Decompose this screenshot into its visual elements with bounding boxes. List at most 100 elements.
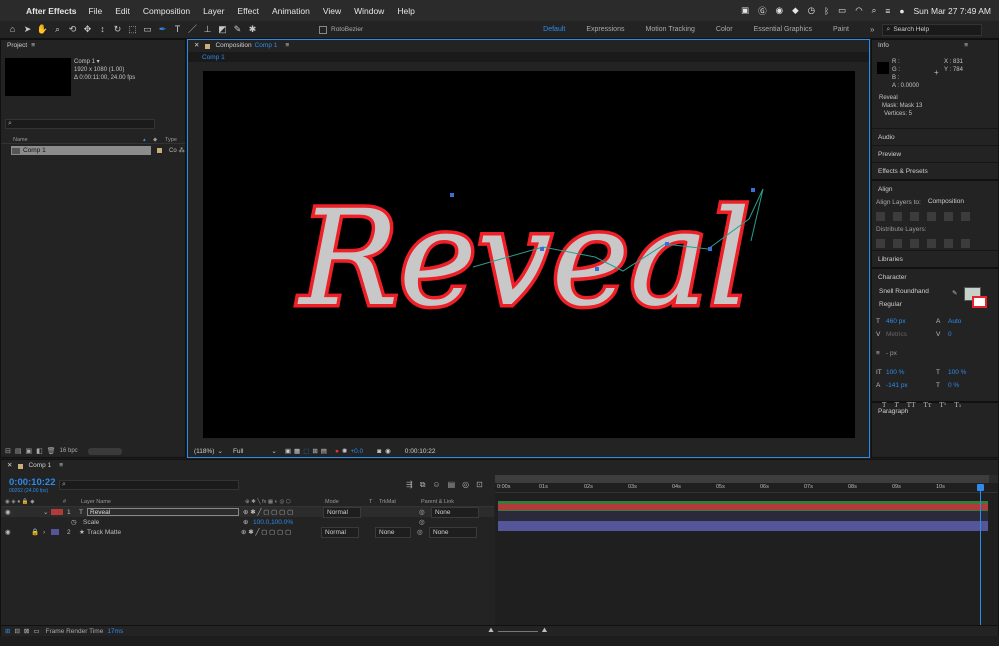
distribute-top-icon[interactable] [876, 239, 885, 248]
stopwatch-icon[interactable]: ◷ [71, 518, 83, 526]
workspace-essential-graphics[interactable]: Essential Graphics [754, 26, 812, 33]
new-comp-icon[interactable]: ▣ [26, 447, 33, 455]
chevron-down-icon[interactable]: ⌄ [271, 447, 276, 455]
menu-view[interactable]: View [323, 6, 341, 16]
rectangle-tool-icon[interactable]: ▭ [141, 23, 154, 36]
app-menu[interactable]: After Effects [26, 6, 77, 16]
wifi-icon[interactable]: ◠ [855, 5, 862, 16]
toggle-stretch-icon[interactable]: ▭ [33, 627, 39, 635]
guides-icon[interactable]: ⊞ [312, 447, 317, 455]
color-settings-icon[interactable]: ◧ [36, 447, 43, 455]
layer-row-2[interactable]: ◉ 🔒 › 2 ★ Track Matte ⊕ ✱ ╱ ▢ ▢ ▢ ▢ Norm… [1, 526, 494, 538]
mask-vertex[interactable] [450, 193, 454, 197]
label-col-icon[interactable]: ◆ [153, 137, 165, 143]
toggle-layer-switches-icon[interactable]: ⊞ [5, 627, 10, 635]
project-title[interactable]: Project [7, 40, 27, 52]
kerning-value[interactable]: Metrics [886, 331, 936, 338]
interpret-footage-icon[interactable]: ⊟ [5, 447, 11, 455]
grammarly-icon[interactable]: Ⓖ [758, 5, 767, 17]
mask-vertex[interactable] [751, 188, 755, 192]
col-t[interactable]: T [369, 499, 379, 505]
timeline-search[interactable]: ⌕ [59, 480, 239, 490]
timeline-tab[interactable]: Comp 1 [28, 460, 51, 472]
character-title[interactable]: Character [878, 274, 907, 281]
col-trkmat[interactable]: TrkMat [379, 499, 421, 505]
pan-behind-icon[interactable]: ⬚ [126, 23, 139, 36]
expression-pickwhip-icon[interactable]: ◎ [419, 518, 425, 526]
time-machine-icon[interactable]: ◷ [808, 5, 815, 16]
col-name-header[interactable]: Name [13, 137, 143, 143]
panel-menu-icon[interactable]: ≡ [59, 460, 63, 472]
creative-cloud-icon[interactable]: ◉ [776, 5, 783, 16]
pen-tool-icon[interactable]: ✒ [156, 23, 169, 36]
menubar-clock[interactable]: Sun Mar 27 7:49 AM [914, 6, 992, 16]
siri-icon[interactable]: ● [899, 6, 904, 16]
audio-panel[interactable]: Audio [872, 128, 998, 145]
menu-layer[interactable]: Layer [203, 6, 224, 16]
align-title[interactable]: Align [878, 186, 892, 193]
transparency-grid-icon[interactable]: ▦ [294, 447, 300, 455]
stroke-width-value[interactable]: - px [886, 350, 936, 357]
menu-effect[interactable]: Effect [237, 6, 259, 16]
puppet-pin-icon[interactable]: ✱ [246, 23, 259, 36]
menu-edit[interactable]: Edit [115, 6, 130, 16]
zoom-tool-icon[interactable]: ⌕ [51, 23, 64, 36]
type-tool-icon[interactable]: T [171, 23, 184, 36]
expand-chevron-icon[interactable]: › [43, 529, 51, 536]
workspace-default[interactable]: Default [543, 26, 565, 33]
composition-title-prefix[interactable]: Composition [215, 40, 251, 52]
subscript-button[interactable]: T₁ [954, 401, 961, 409]
parent-dropdown[interactable]: None [429, 526, 477, 538]
distribute-vcenter-icon[interactable] [893, 239, 902, 248]
frame-blending-icon[interactable]: ▤ [448, 480, 463, 489]
layer-name-field[interactable]: Reveal [87, 508, 239, 516]
sort-icon[interactable]: ▴ [143, 137, 153, 143]
layer-switches[interactable]: ⊕ ✱ ╱ ▢ ▢ ▢ ▢ [241, 528, 321, 536]
layer1-duration-bar[interactable] [498, 501, 988, 511]
vertical-scale-value[interactable]: 100 % [886, 369, 936, 376]
project-row-comp1[interactable]: Comp 1 Co ⁂ [1, 146, 185, 155]
search-icon[interactable]: ⌕ [872, 5, 877, 16]
new-folder-icon[interactable]: ▤ [15, 447, 22, 455]
work-area-range[interactable] [495, 475, 989, 483]
show-snapshot-icon[interactable]: ◉ [385, 447, 391, 455]
align-bottom-icon[interactable] [961, 212, 970, 221]
constrain-link-icon[interactable]: ⊕ [243, 518, 253, 526]
grid-icon[interactable]: ▤ [321, 447, 327, 455]
exposure-value[interactable]: +0.0 [350, 448, 363, 455]
mask-vertex[interactable] [665, 242, 669, 246]
brush-tool-icon[interactable]: ／ [186, 23, 199, 36]
pickwhip-icon[interactable]: ◎ [417, 528, 427, 536]
layer-mode-dropdown[interactable]: Normal [321, 526, 359, 538]
resolution-dropdown[interactable]: Full [233, 448, 243, 455]
region-of-interest-icon[interactable]: ▣ [285, 447, 291, 455]
distribute-left-icon[interactable] [927, 239, 936, 248]
align-hcenter-icon[interactable] [893, 212, 902, 221]
comp-tab[interactable]: Comp 1 [202, 54, 225, 61]
menu-animation[interactable]: Animation [272, 6, 310, 16]
layer-switches[interactable]: ⊕ ✱ ╱ ▢ ▢ ▢ ▢ [243, 508, 323, 516]
layer2-duration-bar[interactable] [498, 521, 988, 531]
clone-stamp-icon[interactable]: ⊥ [201, 23, 214, 36]
pickwhip-icon[interactable]: ◎ [419, 508, 429, 516]
channel-icon[interactable]: ● [335, 448, 339, 455]
motion-blur-icon[interactable]: ◎ [462, 480, 476, 489]
distribute-hcenter-icon[interactable] [944, 239, 953, 248]
layer-label-swatch[interactable] [51, 529, 59, 535]
home-icon[interactable]: ⌂ [6, 23, 19, 36]
shy-icon[interactable]: ☺ [432, 480, 447, 489]
col-mode[interactable]: Mode [325, 499, 369, 505]
scale-value[interactable]: 100.0,100.0% [253, 519, 419, 526]
toggle-in-out-icon[interactable]: ⊠ [24, 627, 29, 635]
small-caps-button[interactable]: Tт [923, 401, 931, 409]
align-left-icon[interactable] [876, 212, 885, 221]
layer-row-1[interactable]: ◉ ⌄ 1 T Reveal ⊕ ✱ ╱ ▢ ▢ ▢ ▢ Normal ◎ No… [1, 506, 494, 518]
font-size-value[interactable]: 460 px [886, 318, 936, 325]
selection-tool-icon[interactable]: ➤ [21, 23, 34, 36]
scale-property-row[interactable]: ◷ Scale ⊕ 100.0,100.0% ◎ [1, 517, 494, 527]
orbit-tool-icon[interactable]: ⟲ [66, 23, 79, 36]
expand-chevron-icon[interactable]: ⌄ [43, 508, 51, 516]
hand-tool-icon[interactable]: ✋ [36, 23, 49, 36]
workspace-motion-tracking[interactable]: Motion Tracking [645, 26, 694, 33]
project-scrollbar[interactable] [87, 447, 122, 455]
